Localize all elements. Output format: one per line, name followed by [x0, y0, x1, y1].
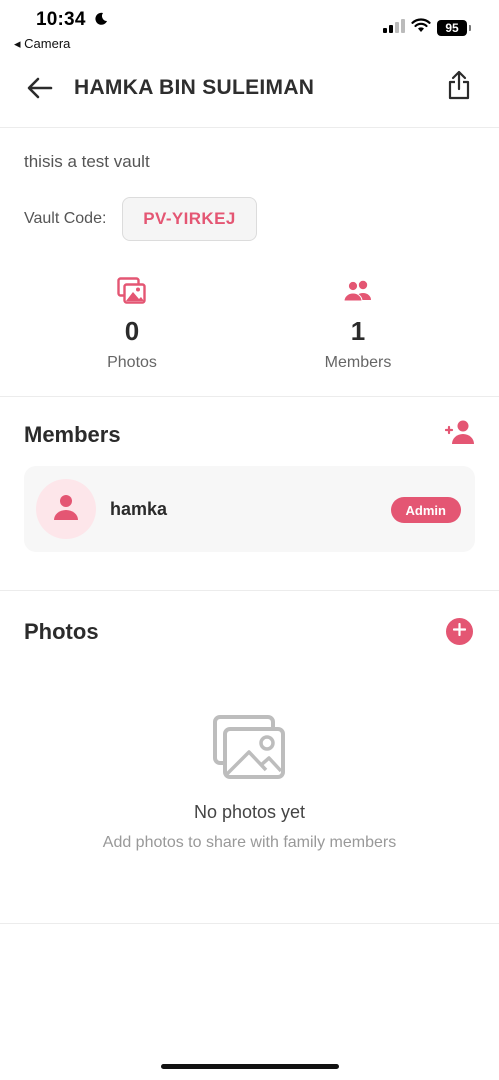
add-member-icon [444, 419, 475, 450]
divider [0, 923, 499, 924]
photos-count: 0 [124, 316, 140, 346]
page-title: HAMKA BIN SULEIMAN [74, 76, 315, 99]
members-count: 1 [350, 316, 366, 346]
app-header: HAMKA BIN SULEIMAN [0, 56, 499, 128]
back-button[interactable] [24, 74, 56, 106]
empty-photos-icon [212, 714, 288, 785]
members-section-title: Members [24, 422, 121, 447]
member-name: hamka [110, 499, 168, 519]
share-button[interactable] [445, 70, 473, 104]
members-icon [268, 276, 448, 306]
share-icon [447, 70, 471, 105]
arrow-left-icon [27, 77, 53, 104]
member-list-item[interactable]: hamka Admin [24, 466, 475, 552]
status-bar: 10:34 ◂ Camera 95 [0, 0, 499, 56]
divider [0, 590, 499, 591]
members-stat-label: Members [324, 354, 392, 371]
add-photo-button[interactable] [446, 618, 473, 645]
members-stat: 1 Members [268, 276, 448, 372]
vault-code-badge[interactable]: PV-YIRKEJ [122, 197, 257, 241]
photos-stat-label: Photos [107, 354, 157, 371]
divider [0, 396, 499, 397]
role-badge: Admin [390, 497, 461, 523]
cellular-signal-icon [383, 18, 405, 38]
avatar [36, 479, 96, 539]
vault-code-label: Vault Code: [24, 210, 107, 227]
photos-stat: 0 Photos [42, 276, 222, 372]
plus-icon [452, 622, 467, 641]
photos-section-title: Photos [24, 619, 99, 644]
user-icon [54, 494, 78, 525]
add-member-button[interactable] [444, 419, 475, 450]
empty-state-subtitle: Add photos to share with family members [102, 834, 397, 851]
wifi-icon [411, 18, 431, 38]
status-time: 10:34 [36, 9, 86, 30]
home-indicator[interactable] [161, 1064, 339, 1069]
back-to-app-link[interactable]: ◂ Camera [14, 36, 70, 52]
moon-icon [94, 12, 108, 31]
battery-icon: 95 [437, 20, 471, 36]
empty-state-title: No photos yet [193, 802, 306, 822]
photos-icon [42, 276, 222, 306]
vault-description: thisis a test vault [24, 152, 150, 171]
status-indicators: 95 [383, 18, 471, 38]
